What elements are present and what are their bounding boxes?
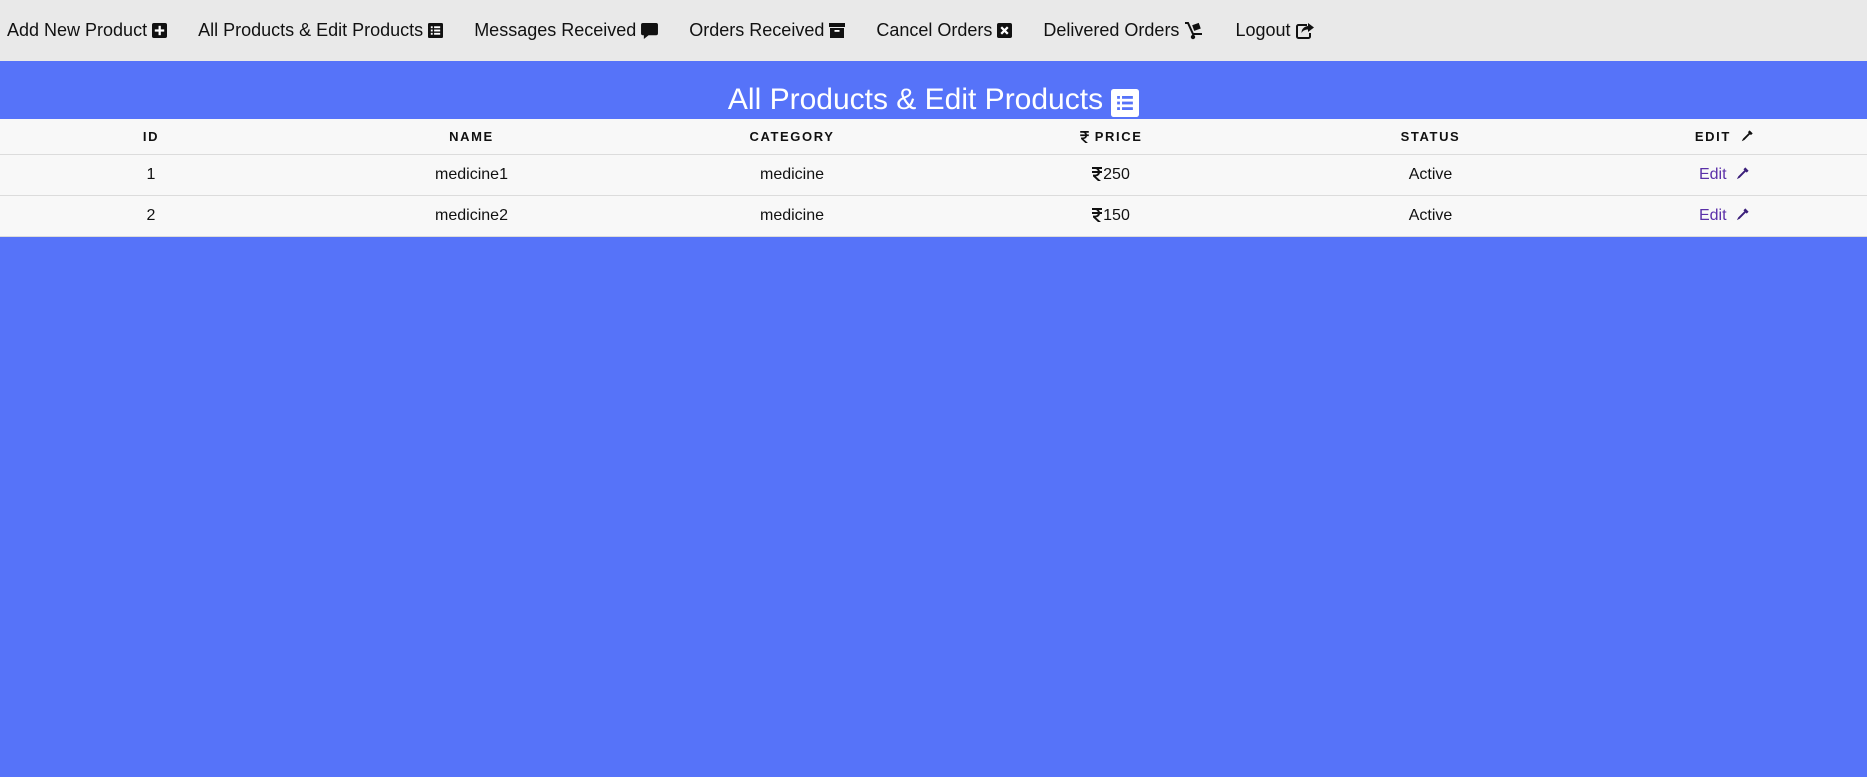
nav-all-products[interactable]: All Products & Edit Products <box>198 20 444 41</box>
cell-status: Active <box>1279 195 1582 237</box>
header-name: NAME <box>302 119 641 155</box>
nav-delivered-orders[interactable]: Delivered Orders <box>1043 20 1204 41</box>
table-header-row: ID NAME CATEGORY PRICE STATUS EDIT <box>0 119 1867 155</box>
page-title: All Products & Edit Products <box>727 83 1104 116</box>
cell-category: medicine <box>641 195 943 237</box>
nav-label: Add New Product <box>7 20 148 40</box>
edit-link[interactable]: Edit <box>1699 166 1750 183</box>
nav-logout[interactable]: Logout <box>1235 20 1314 41</box>
cell-edit: Edit <box>1582 195 1867 237</box>
edit-label: Edit <box>1698 206 1727 224</box>
eyedropper-icon <box>1735 166 1750 181</box>
nav-label: Cancel Orders <box>876 20 993 40</box>
nav-label: Orders Received <box>689 20 825 40</box>
price-value: 150 <box>1103 206 1130 224</box>
header-edit: EDIT <box>1582 119 1867 155</box>
table-row: 2 medicine2 medicine 150 Active Edit <box>0 195 1867 237</box>
cell-name: medicine2 <box>302 195 641 237</box>
nav-orders-received[interactable]: Orders Received <box>689 20 846 41</box>
plus-square-icon <box>152 23 168 38</box>
cell-edit: Edit <box>1582 154 1867 196</box>
nav-label: Messages Received <box>474 20 637 40</box>
top-navbar: Add New Product All Products & Edit Prod… <box>0 0 1867 61</box>
cell-price: 150 <box>943 195 1279 237</box>
cell-id: 1 <box>0 154 302 196</box>
edit-label: Edit <box>1698 165 1727 183</box>
header-edit-label: EDIT <box>1694 128 1731 144</box>
cell-category: medicine <box>641 154 943 196</box>
list-alt-icon <box>1111 89 1140 117</box>
header-price: PRICE <box>943 119 1279 155</box>
nav-label: Delivered Orders <box>1043 20 1180 40</box>
close-square-icon <box>997 23 1013 38</box>
dolly-icon <box>1184 21 1204 40</box>
header-id: ID <box>0 119 302 155</box>
comment-icon <box>641 22 659 39</box>
cell-id: 2 <box>0 195 302 237</box>
nav-label: All Products & Edit Products <box>198 20 424 40</box>
header-category: CATEGORY <box>641 119 943 155</box>
edit-link[interactable]: Edit <box>1699 207 1750 224</box>
rupee-icon <box>1079 130 1089 143</box>
price-value: 250 <box>1103 165 1130 183</box>
header-status: STATUS <box>1279 119 1582 155</box>
eyedropper-icon <box>1740 129 1754 143</box>
cell-name: medicine1 <box>302 154 641 196</box>
rupee-icon <box>1092 207 1103 222</box>
cell-price: 250 <box>943 154 1279 196</box>
share-square-icon <box>1295 22 1314 39</box>
page-heading: All Products & Edit Products <box>0 61 1867 119</box>
list-alt-icon <box>428 23 444 38</box>
nav-cancel-orders[interactable]: Cancel Orders <box>876 20 1013 41</box>
header-price-label: PRICE <box>1094 128 1143 144</box>
eyedropper-icon <box>1735 207 1750 222</box>
cell-status: Active <box>1279 154 1582 196</box>
nav-messages-received[interactable]: Messages Received <box>474 20 659 41</box>
archive-icon <box>829 23 846 38</box>
products-table: ID NAME CATEGORY PRICE STATUS EDIT 1 med… <box>0 119 1867 237</box>
nav-label: Logout <box>1235 20 1291 40</box>
nav-add-new-product[interactable]: Add New Product <box>7 20 168 41</box>
rupee-icon <box>1092 166 1103 181</box>
table-row: 1 medicine1 medicine 250 Active Edit <box>0 154 1867 196</box>
